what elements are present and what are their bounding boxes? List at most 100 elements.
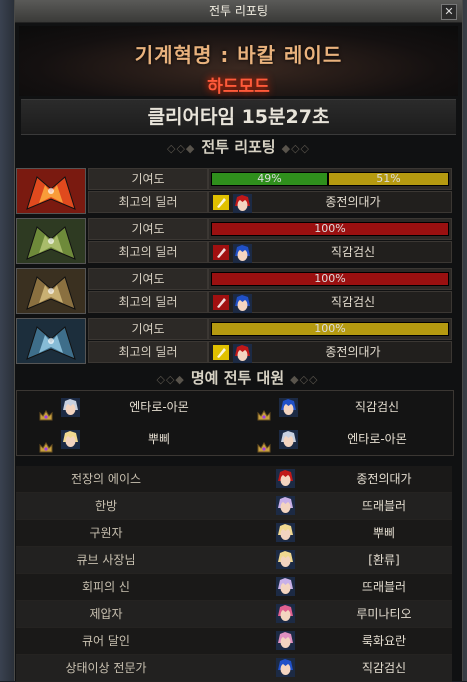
- character-face-icon: [233, 194, 252, 213]
- character-face-icon: [276, 496, 295, 515]
- title-award-label: 구원자: [89, 526, 123, 540]
- contribution-bar-cell: 100%: [208, 218, 452, 240]
- character-face-icon: [276, 523, 295, 542]
- contribution-label: 기여도: [88, 268, 208, 290]
- heading-ornament-left: ◇◇◆: [156, 373, 185, 386]
- character-face-icon: [276, 577, 295, 596]
- contribution-label: 기여도: [88, 168, 208, 190]
- title-award-row[interactable]: 구원자 뿌삐: [16, 520, 452, 547]
- difficulty-label: 하드모드: [207, 77, 270, 97]
- honor-member[interactable]: 직감검신: [235, 391, 453, 423]
- title-award-player: 뜨래블러: [361, 499, 407, 513]
- title-award-label: 전장의 에이스: [70, 472, 142, 486]
- honor-member-name: 엔타로-아몬: [347, 432, 407, 446]
- title-award-label: 큐어 달인: [82, 634, 130, 648]
- title-award-row[interactable]: 회피의 신 뜨래블러: [16, 574, 452, 601]
- dealer-name: 종전의대가: [325, 345, 381, 359]
- contribution-bar: 100%: [211, 222, 449, 236]
- title-awards-list: 전장의 에이스 종전의대가 한방 뜨래블러 구원자 뿌삐 큐브 사장님 [환류] 회피의 신 뜨래…: [16, 466, 452, 682]
- title-award-player: 뿌삐: [372, 526, 396, 540]
- honor-member[interactable]: 엔타로-아몬: [17, 391, 235, 423]
- heading-ornament-left: ◇◇◆: [166, 142, 196, 155]
- title-award-label: 상태이상 전문가: [65, 661, 147, 675]
- title-award-label: 제압자: [89, 607, 123, 621]
- title-award-player: 종전의대가: [356, 472, 412, 486]
- character-face-icon: [276, 550, 295, 569]
- title-award-row[interactable]: 큐브 사장님 [환류]: [16, 547, 452, 574]
- character-face-icon: [276, 631, 295, 650]
- yellow-job-icon: [213, 195, 229, 210]
- top-dealer-label: 최고의 딜러: [88, 191, 208, 213]
- dealer-name: 종전의대가: [325, 195, 381, 209]
- crown-icon: [39, 401, 53, 421]
- contribution-bar: 100%: [211, 322, 449, 336]
- character-face-icon: [233, 244, 252, 263]
- character-face-icon: [233, 294, 252, 313]
- party-card: 기여도 최고의 딜러 100% 종전의대가: [16, 318, 452, 364]
- title-award-row[interactable]: 상태이상 전문가 직감검신: [16, 655, 452, 682]
- gold-dragon-icon: [16, 268, 86, 314]
- character-face-icon: [276, 604, 295, 623]
- heading-ornament-right: ◆◇◇: [290, 373, 319, 386]
- top-dealer-cell[interactable]: 직감검신: [208, 291, 452, 313]
- character-face-icon: [61, 397, 80, 417]
- crown-icon: [39, 433, 53, 453]
- report-heading-text: 전투 리포팅: [201, 138, 276, 156]
- title-award-row[interactable]: 큐어 달인 룩화요란: [16, 628, 452, 655]
- yellow-job-icon: [213, 345, 229, 360]
- character-face-icon: [276, 658, 295, 677]
- character-face-icon: [276, 469, 295, 488]
- title-award-player: [환류]: [368, 553, 400, 567]
- honor-member-name: 직감검신: [354, 400, 400, 414]
- title-award-player: 직감검신: [361, 661, 407, 675]
- party-card: 기여도 최고의 딜러 49% 51% 종전의대가: [16, 168, 452, 214]
- top-dealer-cell[interactable]: 직감검신: [208, 241, 452, 263]
- party-card: 기여도 최고의 딜러 100% 직감검신: [16, 268, 452, 314]
- title-award-row[interactable]: 전장의 에이스 종전의대가: [16, 466, 452, 493]
- top-dealer-label: 최고의 딜러: [88, 241, 208, 263]
- contribution-label: 기여도: [88, 318, 208, 340]
- crown-icon: [257, 401, 271, 421]
- contribution-label: 기여도: [88, 218, 208, 240]
- contribution-bar-cell: 100%: [208, 268, 452, 290]
- raid-name: 기계혁명 : 바칼 레이드: [134, 43, 343, 67]
- title-award-label: 회피의 신: [82, 580, 130, 594]
- title-award-label: 한방: [94, 499, 118, 513]
- red-job-icon: [213, 245, 229, 260]
- contribution-bar-cell: 100%: [208, 318, 452, 340]
- honor-members-panel: 엔타로-아몬 직감검신뿌삐 엔타로-아몬: [16, 390, 454, 456]
- title-award-player: 루미나티오: [356, 607, 412, 621]
- title-award-label: 큐브 사장님: [76, 553, 136, 567]
- green-dragon-icon: [16, 218, 86, 264]
- honor-heading: ◇◇◆ 명예 전투 대원 ◆◇◇: [14, 366, 461, 390]
- contribution-bar-cell: 49% 51%: [208, 168, 452, 190]
- party-card: 기여도 최고의 딜러 100% 직감검신: [16, 218, 452, 264]
- top-dealer-label: 최고의 딜러: [88, 291, 208, 313]
- honor-member[interactable]: 엔타로-아몬: [235, 423, 453, 455]
- top-dealer-label: 최고의 딜러: [88, 341, 208, 363]
- contribution-bar: 100%: [211, 272, 449, 286]
- honor-heading-text: 명예 전투 대원: [190, 369, 285, 387]
- raid-banner: 기계혁명 : 바칼 레이드 하드모드: [19, 26, 458, 97]
- window-title: 전투 리포팅: [208, 4, 268, 18]
- title-award-row[interactable]: 한방 뜨래블러: [16, 493, 452, 520]
- title-award-player: 뜨래블러: [361, 580, 407, 594]
- report-heading: ◇◇◆ 전투 리포팅 ◆◇◇: [15, 135, 462, 159]
- clear-time: 클리어타임 15분27초: [21, 99, 456, 135]
- title-award-player: 룩화요란: [361, 634, 407, 648]
- top-dealer-cell[interactable]: 종전의대가: [208, 191, 452, 213]
- crown-icon: [257, 433, 271, 453]
- close-button[interactable]: ✕: [441, 4, 457, 20]
- top-dealer-cell[interactable]: 종전의대가: [208, 341, 452, 363]
- red-job-icon: [213, 295, 229, 310]
- character-face-icon: [279, 429, 298, 449]
- character-face-icon: [233, 344, 252, 363]
- contribution-bar: 51%: [328, 172, 449, 186]
- honor-member[interactable]: 뿌삐: [17, 423, 235, 455]
- honor-member-name: 뿌삐: [147, 432, 171, 446]
- character-face-icon: [279, 397, 298, 417]
- title-award-row[interactable]: 제압자 루미나티오: [16, 601, 452, 628]
- dealer-name: 직감검신: [330, 295, 376, 309]
- blue-dragon-icon: [16, 318, 86, 364]
- window-titlebar[interactable]: 전투 리포팅: [15, 0, 462, 23]
